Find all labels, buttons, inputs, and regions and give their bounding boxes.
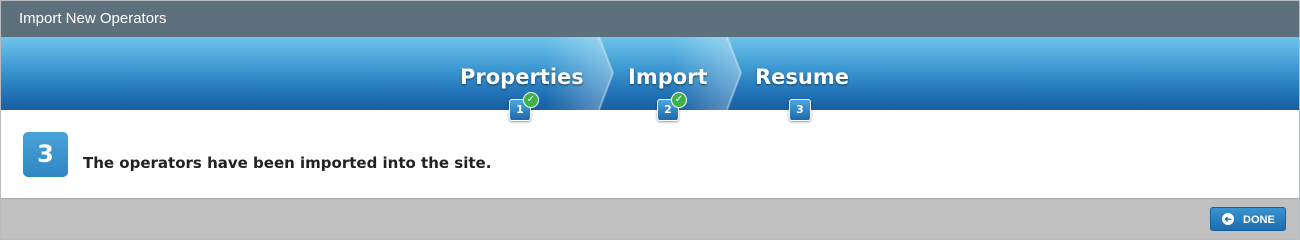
step-complete-check-icon: ✓ [523, 92, 539, 108]
step-label-properties[interactable]: Properties [460, 65, 584, 89]
current-step-badge: 3 [23, 132, 68, 177]
wizard-steps-bar: Properties Import Resume [1, 37, 1299, 110]
step-content: 3 The operators have been imported into … [1, 110, 1299, 198]
arrow-left-circle-icon: ➜ [1222, 213, 1234, 225]
dialog-footer: ➜ DONE [1, 198, 1299, 239]
step-number-3: 3 [789, 99, 811, 121]
window-titlebar: Import New Operators [1, 1, 1299, 37]
step-complete-check-icon: ✓ [671, 92, 687, 108]
import-operators-window: Import New Operators Properties Import R… [0, 0, 1300, 240]
window-title: Import New Operators [19, 10, 167, 27]
step-label-import[interactable]: Import [628, 65, 708, 89]
done-button-label: DONE [1243, 214, 1275, 226]
done-button[interactable]: ➜ DONE [1210, 207, 1286, 231]
step-label-resume[interactable]: Resume [755, 65, 849, 89]
completion-message: The operators have been imported into th… [83, 154, 492, 172]
